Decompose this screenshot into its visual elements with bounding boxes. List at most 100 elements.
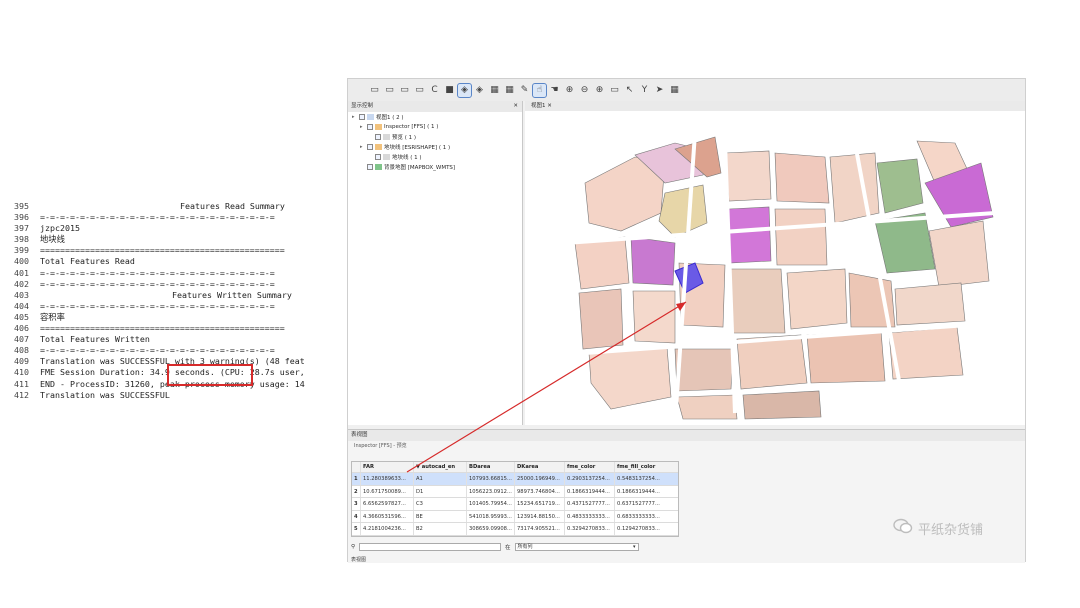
layer-item[interactable]: ▸ 视图1 ( 2 ) xyxy=(348,112,522,122)
in-label: 在 xyxy=(505,545,511,551)
log-line: 402 =-=-=-=-=-=-=-=-=-=-=-=-=-=-=-=-=-=-=… xyxy=(14,279,332,290)
toolbar-button[interactable]: Y xyxy=(638,84,651,97)
layer-checkbox[interactable] xyxy=(375,134,381,140)
log-line: 407 Total Features Written xyxy=(14,334,332,345)
toolbar-button[interactable]: ⊕ xyxy=(563,84,576,97)
expand-arrow-icon[interactable]: ▸ xyxy=(360,144,365,150)
toolbar-button[interactable]: ➤ xyxy=(653,84,666,97)
toolbar-button[interactable]: ▭ xyxy=(368,84,381,97)
table-row[interactable]: 5 4.2181004236... B2 308659.09908... 73174.9… xyxy=(352,523,678,536)
toolbar-button[interactable]: ▦ xyxy=(668,84,681,97)
bottom-tabs: 表视图 xyxy=(351,556,366,564)
tab-view1-label: 视图1 xyxy=(531,103,546,109)
table-cell: 10.671750089... xyxy=(361,485,414,497)
log-line-text: =-=-=-=-=-=-=-=-=-=-=-=-=-=-=-=-=-=-=-=-… xyxy=(40,212,275,223)
layer-checkbox[interactable] xyxy=(359,114,365,120)
toolbar-button[interactable]: ▭ xyxy=(413,84,426,97)
parcel-block xyxy=(774,208,828,266)
parcel-block xyxy=(674,348,734,392)
toolbar-button[interactable]: ▭ xyxy=(398,84,411,97)
layer-item[interactable]: ▸ Inspector [FFS] ( 1 ) xyxy=(348,122,522,132)
toolbar-button[interactable]: ☝ xyxy=(532,82,547,98)
layer-icon xyxy=(375,144,382,150)
toolbar-button[interactable]: ▦ xyxy=(503,84,516,97)
parcel-map[interactable] xyxy=(525,113,1025,425)
toolbar-button[interactable]: ◈ xyxy=(473,84,486,97)
table-row[interactable]: 2 10.671750089... D1 1056223.0912... 98973.7… xyxy=(352,485,678,498)
layer-item[interactable]: ▸ 地块线 [ESRISHAPE] ( 1 ) xyxy=(348,142,522,152)
watermark-text: 平纸杂货铺 xyxy=(918,522,984,538)
toolbar-button[interactable]: ☚ xyxy=(548,84,561,97)
toolbar-button[interactable]: ▦ xyxy=(488,84,501,97)
parcel-block xyxy=(928,220,990,288)
layer-label: 背景地图 [MAPBOX_WMTS] xyxy=(384,165,456,171)
log-line-number: 395 xyxy=(14,201,29,211)
toolbar-button[interactable]: ⊕ xyxy=(593,84,606,97)
parcel-block xyxy=(676,394,738,420)
layer-checkbox[interactable] xyxy=(367,144,373,150)
tab-table-view[interactable]: 表视图 xyxy=(351,556,366,564)
layer-item[interactable]: 背景地图 [MAPBOX_WMTS] xyxy=(348,162,522,172)
column-header[interactable]: ▼ autocad_en xyxy=(414,462,467,472)
toolbar-button[interactable]: C xyxy=(428,84,441,97)
table-cell: 0.3294270833... xyxy=(565,523,615,535)
attribute-table: FAR ▼ autocad_en BDarea DKarea fme_color fme_… xyxy=(351,461,679,537)
fme-inspector-window: ▭ ▭ ▭ ▭ C ■ ◈ ◈ ▦ ▦ ✎ ☝ ☚ ⊕ ⊖ ⊕ ▭ ↖ Y ➤ ▦ 显示控制 ✕ ▸ 视图1 ( 2 ) ▸… xyxy=(347,78,1026,564)
log-line-text: =-=-=-=-=-=-=-=-=-=-=-=-=-=-=-=-=-=-=-=-… xyxy=(40,345,275,356)
layer-label: 预览 ( 1 ) xyxy=(392,135,417,141)
tab-view1[interactable]: 视图1 ✕ xyxy=(525,101,1025,111)
table-cell: 25000.196949... xyxy=(515,473,565,485)
search-icon: ⚲ xyxy=(351,544,356,550)
parcel-block xyxy=(574,236,630,290)
column-filter-select[interactable]: 所有列 ▾ xyxy=(514,543,639,551)
close-icon[interactable]: ✕ xyxy=(547,103,552,109)
log-line: 398 地块线 xyxy=(14,234,332,245)
search-input[interactable] xyxy=(359,543,502,551)
chevron-down-icon: ▾ xyxy=(633,544,636,550)
toolbar-button[interactable]: ▭ xyxy=(608,84,621,97)
watermark: 平纸杂货铺 xyxy=(893,518,983,538)
table-cell: D1 xyxy=(414,485,467,497)
toolbar-button[interactable]: ▭ xyxy=(383,84,396,97)
table-row[interactable]: 1 11.280389633... A1 107993.66815... 25000.1… xyxy=(352,473,678,486)
log-line-text: 容积率 xyxy=(40,311,65,322)
column-header[interactable]: FAR xyxy=(361,462,414,472)
layer-icon xyxy=(367,114,374,120)
search-row: ⚲ 在 所有列 ▾ xyxy=(351,542,651,552)
column-header[interactable]: fme_color xyxy=(565,462,615,472)
table-cell: 2 xyxy=(352,485,361,497)
layer-checkbox[interactable] xyxy=(375,154,381,160)
close-icon[interactable]: ✕ xyxy=(513,101,518,112)
parcel-block xyxy=(774,152,830,204)
log-line-text: =-=-=-=-=-=-=-=-=-=-=-=-=-=-=-=-=-=-=-=-… xyxy=(40,300,275,311)
map-view[interactable]: 视图1 ✕ xyxy=(525,101,1025,425)
expand-arrow-icon[interactable]: ▸ xyxy=(360,124,365,130)
table-cell: B2 xyxy=(414,523,467,535)
table-cell: 73174.905521... xyxy=(515,523,565,535)
toolbar-button[interactable]: ↖ xyxy=(623,84,636,97)
table-cell: 541018.95993... xyxy=(467,510,515,522)
parcel-block xyxy=(806,330,886,384)
column-header[interactable]: DKarea xyxy=(515,462,565,472)
toolbar-button[interactable]: ◈ xyxy=(457,82,472,98)
table-cell: 123914.88150... xyxy=(515,510,565,522)
layer-checkbox[interactable] xyxy=(367,124,373,130)
table-cell: 11.280389633... xyxy=(361,473,414,485)
toolbar-button[interactable]: ✎ xyxy=(518,84,531,97)
table-cell: 0.5483137254... xyxy=(617,476,660,482)
layer-icon xyxy=(375,124,382,130)
layer-item[interactable]: 地块线 ( 1 ) xyxy=(348,152,522,162)
layer-checkbox[interactable] xyxy=(367,164,373,170)
log-line-text: Translation was SUCCESSFUL xyxy=(40,389,170,400)
layer-item[interactable]: 预览 ( 1 ) xyxy=(348,132,522,142)
table-row[interactable]: 4 4.3660531596... BE 541018.95993... 123914.… xyxy=(352,510,678,523)
column-header[interactable]: fme_fill_color xyxy=(615,462,673,472)
column-header[interactable] xyxy=(352,462,361,472)
layers-panel-title: 显示控制 ✕ xyxy=(348,101,522,112)
column-header[interactable]: BDarea xyxy=(467,462,515,472)
log-line-text: Features Read Summary xyxy=(180,201,285,211)
toolbar-button[interactable]: ⊖ xyxy=(578,84,591,97)
table-row[interactable]: 3 6.6562597827... C3 101405.79954... 15234.6… xyxy=(352,498,678,511)
expand-arrow-icon[interactable]: ▸ xyxy=(352,114,357,120)
toolbar-button[interactable]: ■ xyxy=(443,84,456,97)
